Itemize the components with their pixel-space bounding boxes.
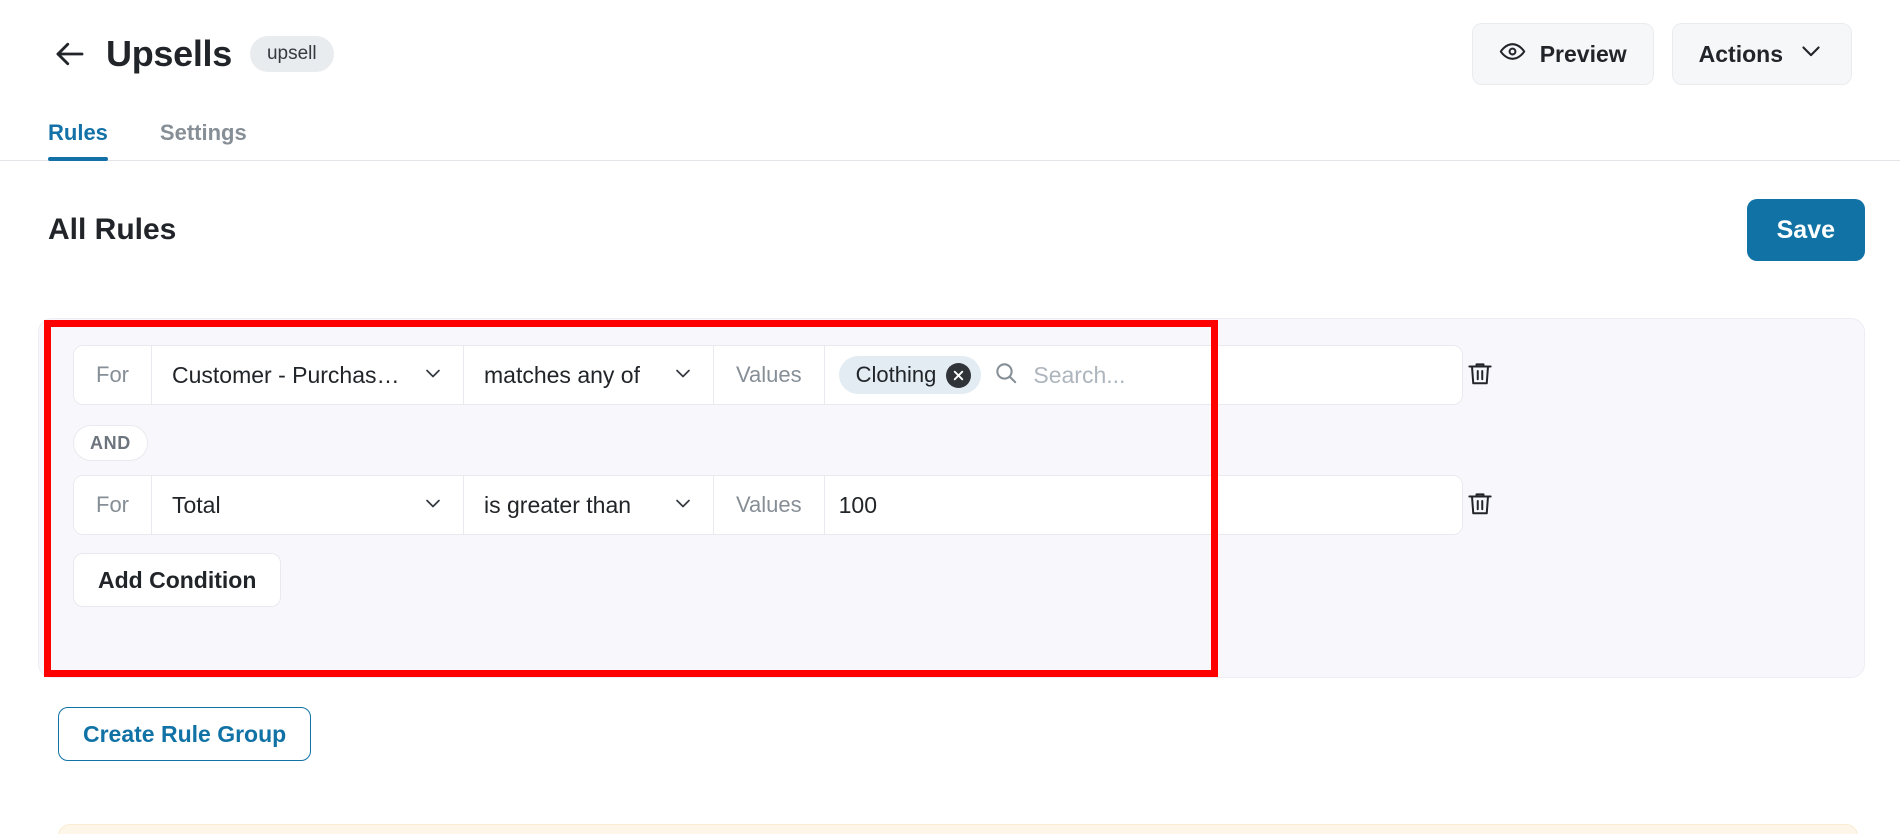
- operator-select[interactable]: is greater than: [464, 476, 714, 534]
- preview-button-label: Preview: [1539, 40, 1627, 67]
- field-select-value: Total: [172, 491, 221, 518]
- value-chip: Clothing: [838, 356, 982, 394]
- create-rule-group-button[interactable]: Create Rule Group: [58, 707, 312, 761]
- chevron-down-icon: [421, 491, 445, 520]
- operator-select-value: is greater than: [484, 491, 632, 518]
- trash-icon: [1465, 359, 1495, 392]
- app-page: Upsells upsell Preview Actions Rules Set: [0, 0, 1900, 834]
- delete-condition-button[interactable]: [1457, 482, 1503, 528]
- values-label: Values: [714, 476, 825, 534]
- for-label: For: [74, 476, 152, 534]
- delete-condition-button[interactable]: [1457, 352, 1503, 398]
- bottom-notice-banner: [58, 824, 1858, 834]
- rule-group-panel: For Customer - Purchased Cat... matches …: [38, 318, 1865, 678]
- chevron-down-icon: [421, 361, 445, 390]
- all-rules-header: All Rules Save: [48, 195, 1865, 265]
- condition-row: For Customer - Purchased Cat... matches …: [73, 345, 1463, 405]
- trash-icon: [1465, 489, 1495, 522]
- actions-button-label: Actions: [1698, 40, 1783, 67]
- condition-fields: For Customer - Purchased Cat... matches …: [73, 345, 1463, 405]
- preview-button[interactable]: Preview: [1471, 23, 1654, 85]
- tab-rules[interactable]: Rules: [48, 120, 108, 161]
- chevron-down-icon: [671, 491, 695, 520]
- value-input-wrap[interactable]: 100: [824, 476, 1462, 534]
- arrow-left-icon: [52, 36, 88, 72]
- condition-joiner-badge[interactable]: AND: [73, 425, 148, 461]
- operator-select-value: matches any of: [484, 361, 640, 388]
- values-multiselect[interactable]: Clothing Search...: [824, 346, 1462, 404]
- status-badge: upsell: [249, 36, 334, 72]
- values-label: Values: [714, 346, 825, 404]
- tab-settings[interactable]: Settings: [160, 120, 247, 160]
- condition-fields: For Total is greater than Values 100: [73, 475, 1463, 535]
- chevron-down-icon: [671, 361, 695, 390]
- search-input[interactable]: Search...: [1033, 362, 1125, 389]
- value-chip-label: Clothing: [855, 362, 937, 387]
- back-arrow-button[interactable]: [48, 32, 92, 76]
- chevron-down-icon: [1797, 37, 1825, 71]
- actions-button[interactable]: Actions: [1671, 23, 1852, 85]
- field-select-value: Customer - Purchased Cat...: [172, 361, 409, 388]
- field-select[interactable]: Customer - Purchased Cat...: [152, 346, 464, 404]
- value-input[interactable]: 100: [839, 492, 877, 519]
- operator-select[interactable]: matches any of: [464, 346, 714, 404]
- add-condition-button[interactable]: Add Condition: [73, 553, 282, 607]
- eye-icon: [1499, 38, 1526, 71]
- field-select[interactable]: Total: [152, 476, 464, 534]
- for-label: For: [74, 346, 152, 404]
- section-title: All Rules: [48, 213, 177, 246]
- search-area[interactable]: Search...: [993, 360, 1448, 391]
- close-circle-icon[interactable]: [946, 362, 972, 388]
- page-header: Upsells upsell Preview Actions: [0, 0, 1900, 108]
- condition-row: For Total is greater than Values 100: [73, 475, 1463, 535]
- tab-bar: Rules Settings: [0, 108, 1900, 161]
- page-title: Upsells: [106, 33, 232, 74]
- search-icon: [993, 360, 1019, 391]
- save-button[interactable]: Save: [1746, 199, 1865, 261]
